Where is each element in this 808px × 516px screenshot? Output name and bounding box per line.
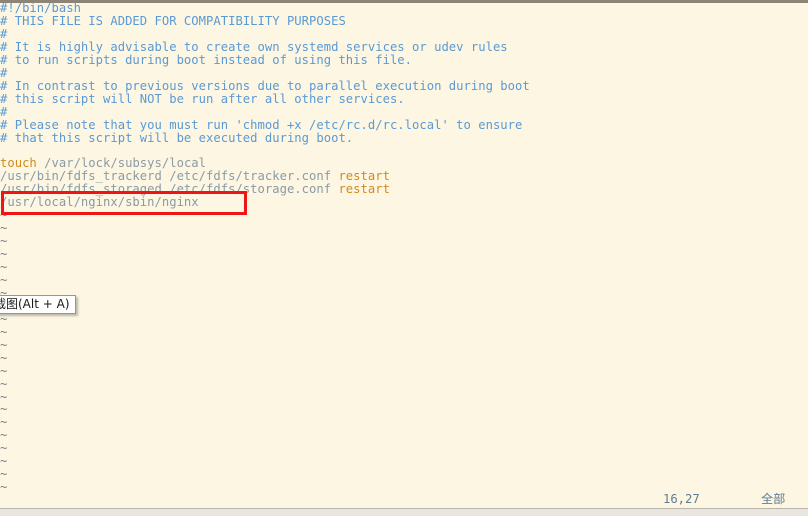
code-segment-comment: # [0,104,8,119]
screenshot-tooltip: 截图(Alt + A) [0,295,76,314]
empty-line-marker: ~ [0,311,8,326]
red-highlight-rectangle [1,191,247,215]
code-segment-comment: # It is highly advisable to create own s… [0,39,508,54]
code-segment-comment: # In contrast to previous versions due t… [0,78,530,93]
code-segment-comment: # that this script will be executed duri… [0,130,354,145]
code-segment-comment: # THIS FILE IS ADDED FOR COMPATIBILITY P… [0,13,346,28]
code-line[interactable]: # this script will NOT be run after all … [0,91,405,106]
code-segment-comment: # this script will NOT be run after all … [0,91,405,106]
code-segment-comment: # Please note that you must run 'chmod +… [0,117,523,132]
code-segment-path: /usr/bin/fdfs_trackerd /etc/fdfs/tracker… [0,169,339,184]
code-segment-keyword: restart [338,169,390,184]
empty-line-marker: ~ [0,337,8,352]
window-bottom-strip [0,508,808,516]
vim-text-buffer[interactable]: #!/bin/bash # THIS FILE IS ADDED FOR COMP… [0,1,808,508]
code-line[interactable]: # THIS FILE IS ADDED FOR COMPATIBILITY P… [0,13,346,28]
cursor-position-indicator: 16,27 [663,492,700,506]
code-segment-keyword: restart [338,182,390,197]
empty-line-marker: ~ [0,376,8,391]
code-segment-keyword: touch [0,156,37,171]
empty-line-marker: ~ [0,363,8,378]
terminal-window: #!/bin/bash # THIS FILE IS ADDED FOR COMP… [0,0,808,516]
code-line[interactable]: # that this script will be executed duri… [0,130,354,145]
screenshot-tooltip-label: 截图(Alt + A) [0,297,70,311]
code-segment-comment: # [0,26,8,41]
code-segment-comment: #!/bin/bash [0,1,81,15]
code-line[interactable]: # to run scripts during boot instead of … [0,52,413,67]
code-segment-path: /var/lock/subsys/local [36,156,207,171]
empty-line-marker: ~ [0,324,8,339]
code-segment-comment: # [0,65,8,80]
scroll-position-indicator: 全部 [761,492,786,506]
code-segment-comment: # to run scripts during boot instead of … [0,52,413,67]
vim-status-bar: 16,27 全部 [0,491,808,508]
empty-line-marker: ~ [0,350,8,365]
empty-line-marker: ~ [0,272,8,287]
